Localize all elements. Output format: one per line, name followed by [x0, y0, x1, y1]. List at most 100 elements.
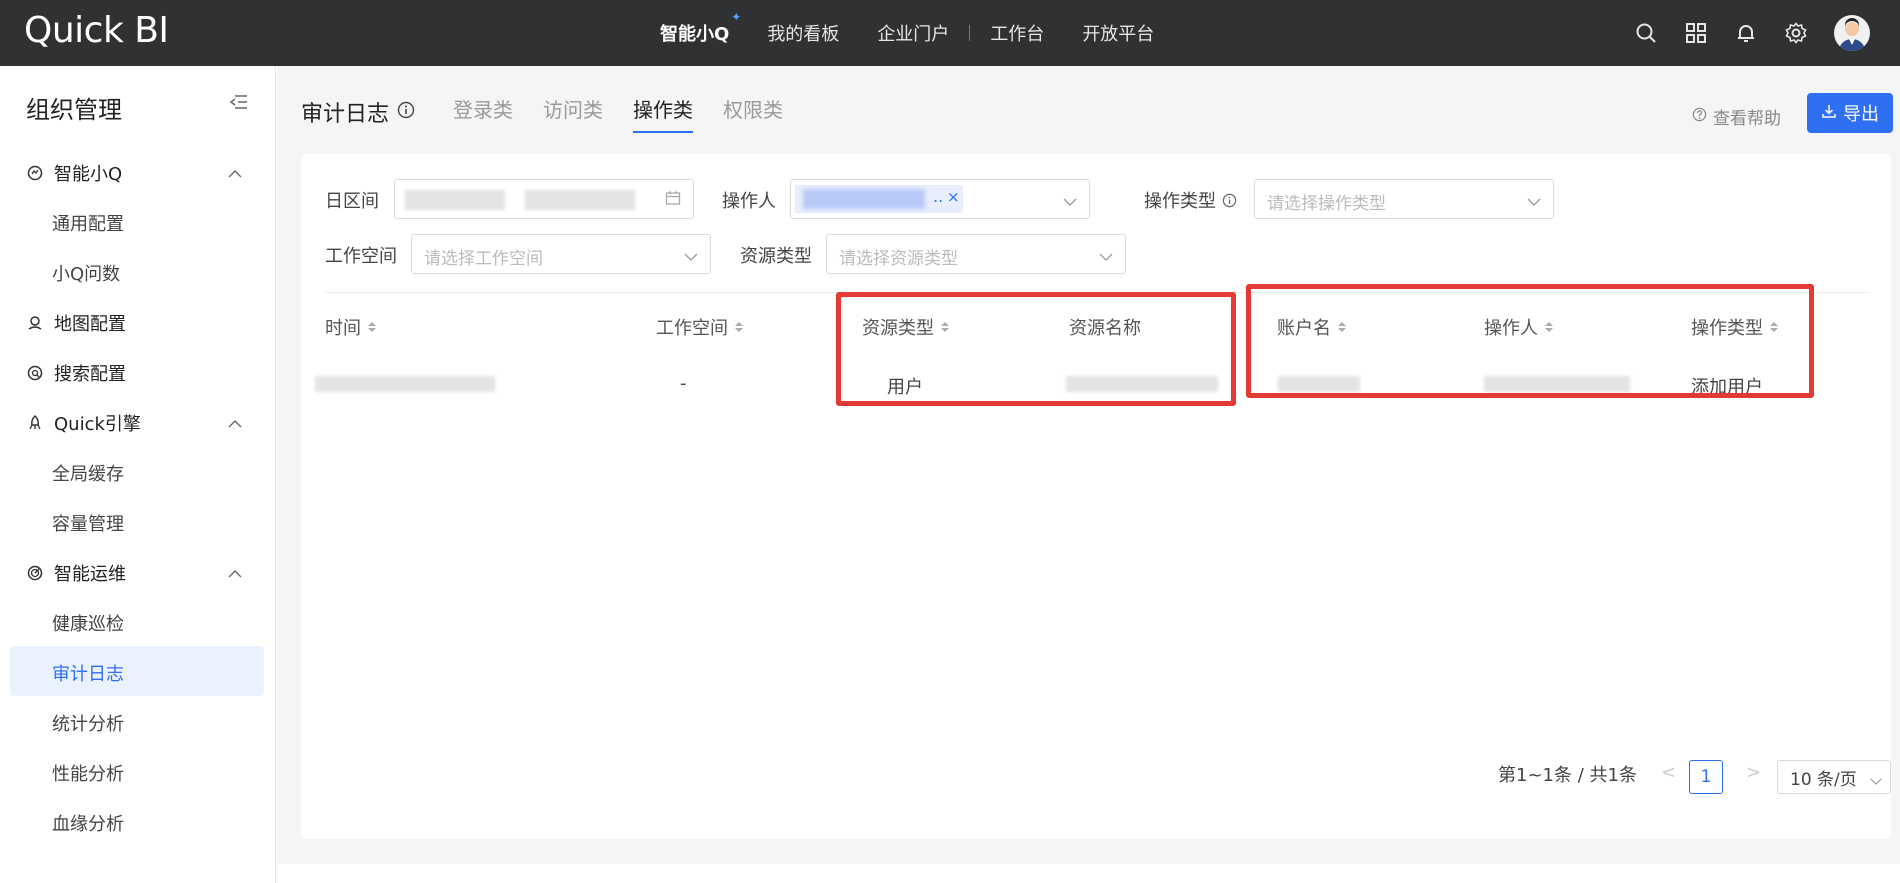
- sidebar-group-map-config[interactable]: 地图配置: [26, 310, 126, 336]
- operation-type-label-text: 操作类型: [1144, 191, 1216, 212]
- calendar-icon[interactable]: [665, 190, 681, 210]
- export-label: 导出: [1843, 104, 1879, 125]
- info-icon[interactable]: [397, 101, 415, 123]
- page-number-1[interactable]: 1: [1689, 760, 1723, 794]
- sort-icon[interactable]: [734, 320, 744, 334]
- sidebar-item-capacity[interactable]: 容量管理: [52, 510, 124, 536]
- date-range-picker[interactable]: [394, 179, 694, 219]
- page-size-select[interactable]: 10 条/页: [1777, 760, 1891, 794]
- avatar[interactable]: [1834, 15, 1870, 51]
- highlight-box-account: [1246, 284, 1814, 398]
- nav-smart-q-label: 智能小Q: [660, 24, 730, 45]
- question-icon: [1692, 107, 1707, 127]
- chevron-down-icon[interactable]: [1527, 192, 1541, 211]
- tab-operation[interactable]: 操作类: [633, 94, 694, 133]
- search-config-icon: [26, 364, 44, 382]
- info-icon[interactable]: [1222, 193, 1237, 208]
- operator-select[interactable]: .. ×: [790, 179, 1090, 219]
- help-label: 查看帮助: [1713, 109, 1781, 129]
- column-header-workspace[interactable]: 工作空间: [656, 314, 744, 340]
- highlight-box-resource: [836, 292, 1236, 406]
- bottom-strip: [277, 864, 1900, 883]
- operation-type-placeholder: 请选择操作类型: [1267, 194, 1386, 214]
- bell-icon[interactable]: [1734, 21, 1758, 45]
- page-size-label: 10 条/页: [1790, 769, 1857, 790]
- sidebar-item-q-ask[interactable]: 小Q问数: [52, 260, 120, 286]
- download-icon: [1821, 103, 1837, 124]
- sidebar-group-smart-ops[interactable]: 智能运维: [26, 560, 126, 586]
- workspace-label: 工作空间: [325, 246, 397, 267]
- nav-workbench[interactable]: 工作台: [990, 20, 1044, 46]
- help-link[interactable]: 查看帮助: [1692, 104, 1781, 129]
- chevron-up-icon[interactable]: [228, 564, 242, 583]
- export-button[interactable]: 导出: [1807, 93, 1893, 133]
- map-icon: [26, 314, 44, 332]
- nav-divider: [969, 25, 971, 41]
- sidebar-group-label: Quick引擎: [54, 414, 141, 435]
- sidebar-item-audit-log[interactable]: 审计日志: [52, 660, 124, 686]
- redacted-date-start: [405, 190, 505, 210]
- sparkle-icon: ✦: [731, 10, 742, 24]
- apps-grid-icon[interactable]: [1684, 21, 1708, 45]
- top-nav: 智能小Q ✦ 我的看板 企业门户 工作台 开放平台: [660, 0, 1192, 66]
- cell-workspace: -: [680, 373, 687, 394]
- collapse-menu-icon[interactable]: [229, 94, 248, 114]
- sidebar: 组织管理 智能小Q 通用配置 小Q问数 地图配置 搜索配置 Quick引擎 全局…: [0, 66, 276, 883]
- operator-tag: .. ×: [795, 185, 963, 213]
- resource-type-label: 资源类型: [740, 246, 812, 267]
- ops-icon: [26, 564, 44, 582]
- next-page-button[interactable]: >: [1746, 762, 1761, 783]
- nav-my-dashboard[interactable]: 我的看板: [767, 20, 839, 46]
- sidebar-group-label: 搜索配置: [54, 364, 126, 385]
- redacted-operator: [803, 189, 925, 209]
- sidebar-group-label: 智能运维: [54, 564, 126, 585]
- pagination-summary: 第1~1条 / 共1条: [1498, 765, 1637, 786]
- tag-ellipsis: ..: [933, 187, 944, 206]
- operation-type-label: 操作类型: [1144, 187, 1237, 213]
- chat-icon: [26, 164, 44, 182]
- gear-icon[interactable]: [1784, 21, 1808, 45]
- redacted-date-end: [525, 190, 635, 210]
- sidebar-item-general-config[interactable]: 通用配置: [52, 210, 124, 236]
- chevron-down-icon[interactable]: [684, 247, 698, 266]
- sidebar-group-smart-q[interactable]: 智能小Q: [26, 160, 122, 186]
- sidebar-item-performance[interactable]: 性能分析: [52, 760, 124, 786]
- tab-login[interactable]: 登录类: [453, 94, 513, 129]
- app-logo[interactable]: Quick BI: [24, 10, 169, 51]
- date-range-label: 日区间: [325, 191, 379, 212]
- sidebar-active-highlight: [10, 646, 264, 696]
- sidebar-item-statistics[interactable]: 统计分析: [52, 710, 124, 736]
- sidebar-item-global-cache[interactable]: 全局缓存: [52, 460, 124, 486]
- prev-page-button[interactable]: <: [1661, 762, 1676, 783]
- column-header-label: 工作空间: [656, 318, 728, 339]
- chevron-down-icon[interactable]: [1870, 771, 1882, 791]
- resource-type-select[interactable]: 请选择资源类型: [826, 234, 1126, 274]
- chevron-down-icon[interactable]: [1099, 247, 1113, 266]
- tag-close-icon[interactable]: ×: [947, 188, 960, 206]
- sidebar-title: 组织管理: [26, 96, 122, 124]
- page-title: 审计日志: [301, 101, 390, 127]
- sidebar-item-lineage[interactable]: 血缘分析: [52, 810, 124, 836]
- nav-enterprise-portal[interactable]: 企业门户: [877, 20, 949, 46]
- chevron-up-icon[interactable]: [228, 164, 242, 183]
- workspace-placeholder: 请选择工作空间: [424, 249, 543, 269]
- search-icon[interactable]: [1634, 21, 1658, 45]
- sidebar-item-health-check[interactable]: 健康巡检: [52, 610, 124, 636]
- page-tabs: 审计日志 登录类 访问类 操作类 权限类: [301, 94, 813, 133]
- chevron-down-icon[interactable]: [1063, 192, 1077, 211]
- chevron-up-icon[interactable]: [228, 414, 242, 433]
- nav-open-platform[interactable]: 开放平台: [1082, 20, 1154, 46]
- sidebar-group-search-config[interactable]: 搜索配置: [26, 360, 126, 386]
- sidebar-group-quick-engine[interactable]: Quick引擎: [26, 410, 141, 436]
- tab-access[interactable]: 访问类: [543, 94, 603, 129]
- column-header-time[interactable]: 时间: [325, 314, 377, 340]
- workspace-select[interactable]: 请选择工作空间: [411, 234, 711, 274]
- engine-icon: [26, 414, 44, 432]
- operation-type-select[interactable]: 请选择操作类型: [1254, 179, 1554, 219]
- top-icons: [1608, 0, 1870, 66]
- top-bar: Quick BI 智能小Q ✦ 我的看板 企业门户 工作台 开放平台: [0, 0, 1900, 66]
- tab-permission[interactable]: 权限类: [723, 94, 783, 129]
- nav-smart-q[interactable]: 智能小Q ✦: [660, 10, 741, 46]
- sidebar-group-label: 智能小Q: [54, 164, 123, 185]
- sort-icon[interactable]: [367, 320, 377, 334]
